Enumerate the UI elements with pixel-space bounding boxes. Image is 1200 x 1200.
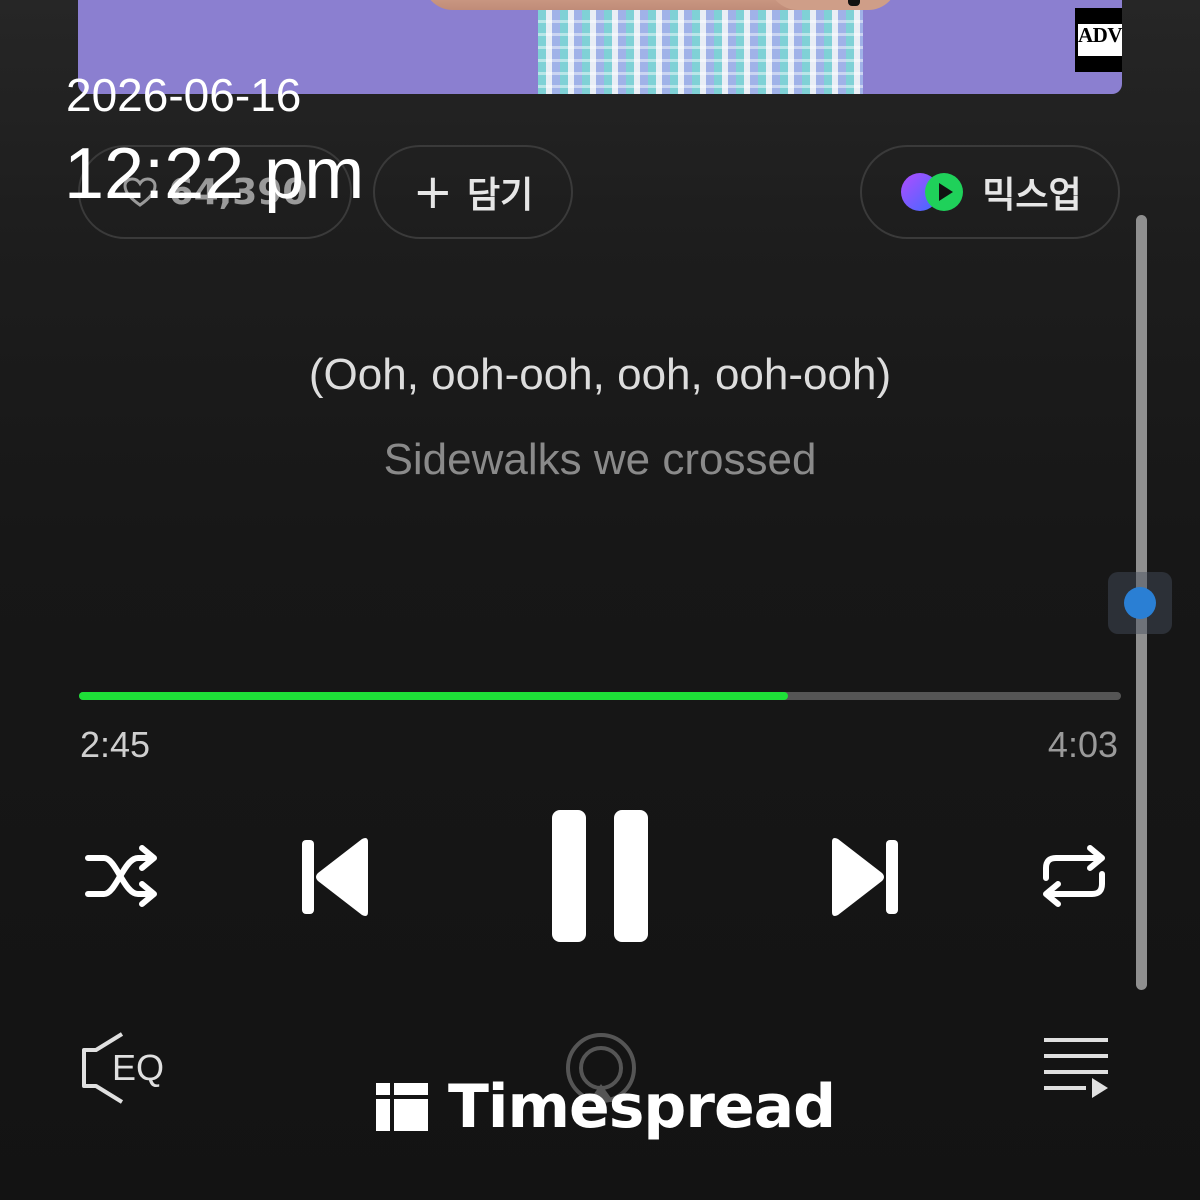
scroll-handle-dot [1124, 587, 1156, 619]
elapsed-time: 2:45 [80, 724, 151, 765]
eq-label: EQ [112, 1047, 164, 1088]
progress-fill [79, 692, 788, 700]
speaker-eq-icon: EQ [82, 1032, 164, 1104]
advisory-word: ADVISORY [1078, 23, 1122, 47]
add-to-playlist-button[interactable]: + 담기 [373, 145, 573, 239]
repeat-icon[interactable] [1036, 838, 1112, 914]
overlay-date: 2026-06-16 [66, 69, 302, 121]
plus-icon: + [412, 164, 453, 220]
mixup-icon [901, 173, 964, 211]
album-art-skirt [538, 8, 863, 94]
parental-advisory-label: ADVISORY [1075, 8, 1122, 72]
shuffle-icon[interactable] [82, 840, 162, 912]
album-art-nail [848, 0, 860, 6]
music-player-screen: ADVISORY 2026-06-16 12:22 pm 64,390 + 담기… [0, 0, 1200, 1200]
watermark-text: Timespread [448, 1072, 836, 1142]
mixup-button[interactable]: 믹스업 [860, 145, 1120, 239]
progress-bar[interactable] [79, 692, 1121, 700]
next-lyric-line[interactable]: Sidewalks we crossed [0, 435, 1200, 485]
overlay-time: 12:22 pm [64, 134, 365, 214]
current-lyric-line[interactable]: (Ooh, ooh-ooh, ooh, ooh-ooh) [0, 350, 1200, 400]
watermark-logo-icon [376, 1083, 428, 1131]
mixup-label: 믹스업 [982, 175, 1082, 216]
add-label: 담기 [466, 175, 534, 216]
equalizer-button[interactable]: EQ [78, 1030, 178, 1106]
queue-icon[interactable] [1040, 1032, 1112, 1100]
watermark: Timespread [376, 1072, 836, 1142]
scrollbar-thumb[interactable] [1108, 572, 1172, 634]
total-time: 4:03 [1047, 724, 1118, 765]
skip-previous-icon[interactable] [296, 832, 376, 922]
skip-next-icon[interactable] [824, 832, 904, 922]
pause-icon[interactable] [544, 806, 656, 946]
